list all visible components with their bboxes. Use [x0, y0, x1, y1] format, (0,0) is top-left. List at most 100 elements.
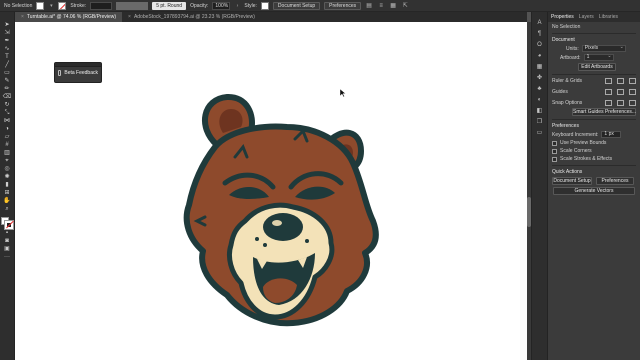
stroke-color-icon[interactable]: [4, 220, 14, 230]
fill-swatch[interactable]: [36, 1, 45, 10]
qa-document-setup-button[interactable]: Document Setup: [552, 177, 592, 185]
graphic-styles-icon[interactable]: ◧: [536, 108, 544, 115]
more-tools-icon[interactable]: ···: [2, 254, 12, 261]
type-tool-icon[interactable]: T: [2, 54, 12, 61]
paragraph-panel-icon[interactable]: ¶: [536, 31, 544, 38]
close-icon[interactable]: ×: [21, 14, 24, 20]
tab-libraries[interactable]: Libraries: [599, 14, 618, 20]
stroke-swatch[interactable]: [58, 1, 67, 10]
rulers-grids-label: Ruler & Grids: [552, 78, 583, 84]
snap-to-point-icon[interactable]: [605, 100, 612, 106]
units-dropdown[interactable]: Pixels: [581, 45, 626, 52]
eraser-tool-icon[interactable]: ⌫: [2, 94, 12, 101]
brushes-panel-icon[interactable]: ✤: [536, 75, 544, 82]
type-panel-icon[interactable]: A: [536, 20, 544, 27]
opentype-panel-icon[interactable]: O: [536, 42, 544, 49]
tab-layers[interactable]: Layers: [579, 14, 594, 20]
document-section-title: Document: [552, 37, 575, 43]
scale-strokes-label: Scale Strokes & Effects: [560, 156, 613, 162]
beta-feedback-label[interactable]: Beta Feedback: [64, 70, 98, 76]
pen-tool-icon[interactable]: ✒: [2, 38, 12, 45]
chevron-right-icon[interactable]: ›: [234, 3, 240, 9]
snap-to-pixel-icon[interactable]: [617, 100, 624, 106]
symbol-sprayer-tool-icon[interactable]: ✺: [2, 174, 12, 181]
stroke-weight-field[interactable]: [90, 1, 113, 10]
direct-selection-tool-icon[interactable]: ⇲: [2, 30, 12, 37]
document-setup-button[interactable]: Document Setup: [272, 1, 321, 10]
tab-adobestock[interactable]: × AdobeStock_197893794.ai @ 23.23 % (RGB…: [122, 12, 261, 22]
rectangle-tool-icon[interactable]: ▭: [2, 70, 12, 77]
keyboard-increment-input[interactable]: 1 px: [601, 131, 622, 138]
edit-artboards-button[interactable]: Edit Artboards: [578, 63, 616, 71]
snap-to-glyph-icon[interactable]: [629, 100, 636, 106]
curvature-tool-icon[interactable]: ∿: [2, 46, 12, 53]
color-mode-icon[interactable]: ▪: [2, 230, 12, 237]
feedback-icon: [58, 70, 62, 76]
blend-tool-icon[interactable]: ◎: [2, 166, 12, 173]
symbols-panel-icon[interactable]: ♣: [536, 86, 544, 93]
generate-vectors-button[interactable]: Generate Vectors: [553, 187, 635, 195]
divider: [552, 33, 636, 34]
tab-properties[interactable]: Properties: [551, 14, 574, 20]
qa-preferences-button[interactable]: Preferences: [596, 177, 634, 185]
close-icon[interactable]: ×: [128, 14, 131, 20]
smart-guides-icon[interactable]: [629, 89, 636, 95]
menu-icon[interactable]: ≡: [377, 2, 385, 10]
appearance-panel-icon[interactable]: ◐: [536, 97, 544, 104]
perspective-grid-tool-icon[interactable]: ▱: [2, 134, 12, 141]
eyedropper-tool-icon[interactable]: ⌖: [2, 158, 12, 165]
color-panel-icon[interactable]: ◕: [536, 53, 544, 60]
grid-icon[interactable]: [617, 78, 624, 84]
artboard[interactable]: Beta Feedback: [15, 22, 527, 360]
canvas-area[interactable]: Beta Feedback: [15, 22, 527, 360]
chevron-down-icon[interactable]: ▾: [48, 3, 54, 9]
panel-tabs: Properties Layers Libraries: [548, 12, 640, 22]
style-label: Style:: [244, 2, 257, 9]
rulers-icon[interactable]: [605, 78, 612, 84]
variable-width-profile[interactable]: [116, 1, 149, 10]
width-tool-icon[interactable]: ⋈: [2, 118, 12, 125]
artboard-tool-icon[interactable]: ⊞: [2, 190, 12, 197]
arrange-icon[interactable]: ▦: [389, 2, 397, 10]
rotate-tool-icon[interactable]: ↻: [2, 102, 12, 109]
brush-definition-dropdown[interactable]: 5 pt. Round: [152, 1, 187, 10]
swatches-panel-icon[interactable]: ▦: [536, 64, 544, 71]
align-icon[interactable]: ▤: [365, 2, 373, 10]
line-tool-icon[interactable]: ╱: [2, 62, 12, 69]
tab-turntable[interactable]: × Turntable.ai* @ 74.06 % (RGB/Preview): [15, 12, 123, 22]
opacity-field[interactable]: 100%: [212, 1, 231, 10]
show-guides-icon[interactable]: [605, 89, 612, 95]
transparency-grid-icon[interactable]: [629, 78, 636, 84]
shape-builder-tool-icon[interactable]: ◑: [2, 126, 12, 133]
comments-icon[interactable]: ▭: [536, 130, 544, 137]
scale-corners-label: Scale Corners: [560, 148, 592, 154]
fill-stroke-widget[interactable]: [1, 217, 14, 230]
scale-corners-checkbox[interactable]: [552, 148, 557, 154]
zoom-tool-icon[interactable]: ⌕: [2, 206, 12, 213]
smart-guides-preferences-button[interactable]: Smart Guides Preferences...: [572, 108, 636, 116]
use-preview-bounds-checkbox[interactable]: [552, 140, 557, 146]
scale-tool-icon[interactable]: ⤡: [2, 110, 12, 117]
artboard-dropdown[interactable]: 1: [583, 54, 614, 61]
share-icon[interactable]: ⇱: [401, 2, 409, 10]
selection-status: No Selection: [4, 2, 33, 9]
hand-tool-icon[interactable]: ✋: [2, 198, 12, 205]
scale-strokes-checkbox[interactable]: [552, 156, 557, 162]
lock-guides-icon[interactable]: [617, 89, 624, 95]
quick-actions-title: Quick Actions: [552, 169, 583, 175]
style-swatch[interactable]: [260, 1, 269, 10]
selection-tool-icon[interactable]: ➤: [2, 22, 12, 29]
drawing-modes-icon[interactable]: ◙: [2, 238, 12, 245]
pencil-tool-icon[interactable]: ✏: [2, 86, 12, 93]
mesh-tool-icon[interactable]: #: [2, 142, 12, 149]
screen-mode-icon[interactable]: ▣: [2, 246, 12, 253]
graph-tool-icon[interactable]: ▮: [2, 182, 12, 189]
divider: [552, 165, 636, 166]
whisker-dot: [263, 243, 267, 247]
beta-feedback-panel[interactable]: Beta Feedback: [54, 62, 102, 83]
gradient-tool-icon[interactable]: ▥: [2, 150, 12, 157]
layers-panel-icon[interactable]: ❐: [536, 119, 544, 126]
paintbrush-tool-icon[interactable]: ✎: [2, 78, 12, 85]
preferences-button[interactable]: Preferences: [324, 1, 362, 10]
bear-mascot-artwork[interactable]: [175, 87, 385, 327]
